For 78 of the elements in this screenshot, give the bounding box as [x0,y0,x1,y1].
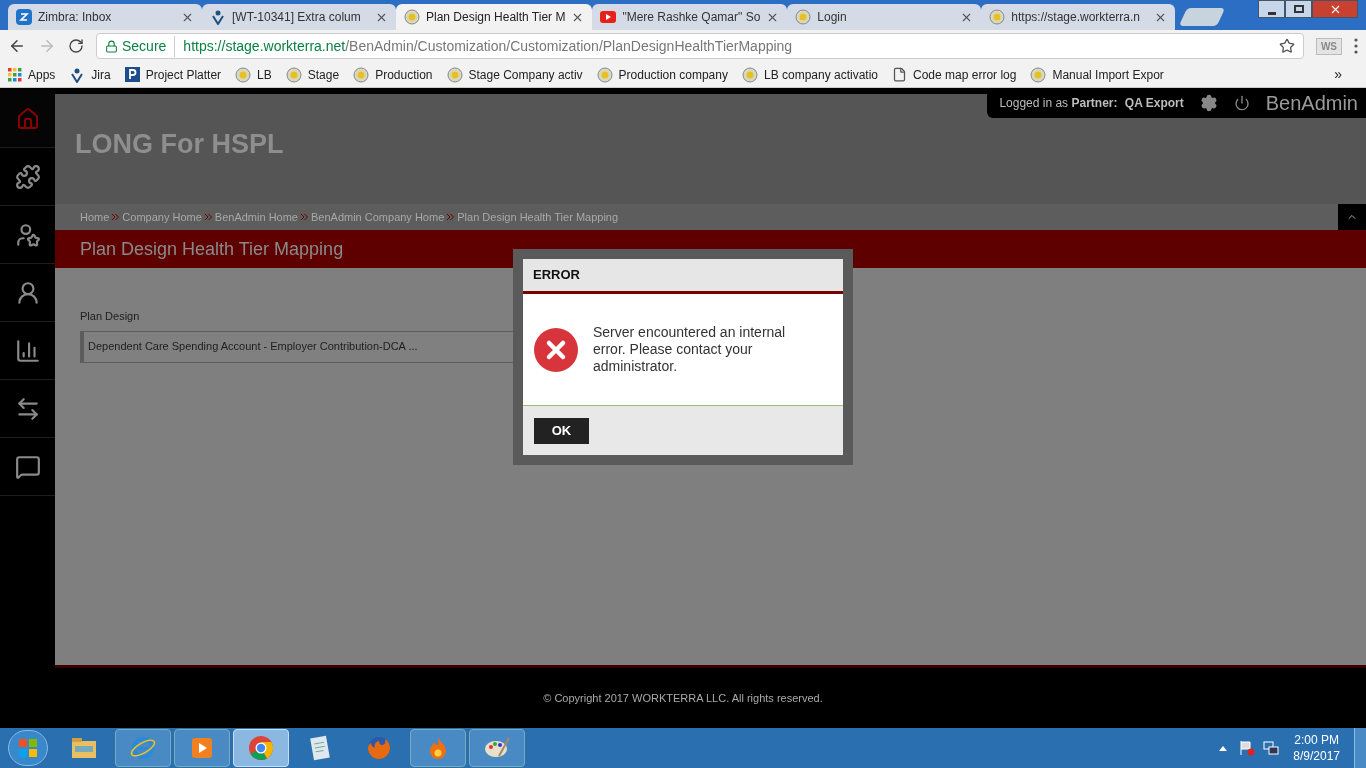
globe-badge-icon [1030,66,1047,83]
globe-badge-icon [404,9,420,25]
logged-in-label: Logged in as Partner: QA Export [999,95,1184,112]
maximize-button[interactable] [1285,0,1312,18]
back-icon[interactable] [8,37,26,55]
tab-title: Login [817,9,848,26]
globe-badge-icon [235,66,252,83]
error-icon [533,326,579,373]
secure-label: Secure [122,35,176,57]
reload-icon[interactable] [68,38,84,54]
power-icon[interactable] [1233,95,1250,111]
new-tab-button[interactable] [1179,8,1226,26]
error-message: Server encountered an internal error. Please contact your administrator. [593,324,787,375]
field-label: Plan Design [80,309,141,324]
start-button[interactable] [8,730,48,766]
tab-title: [WT-10341] Extra colum [232,9,362,26]
bookmark-item[interactable]: Production [353,65,433,84]
app-name: BenAdmin [1265,91,1358,116]
apps-grid-icon [8,67,22,82]
chevron-icon [112,214,120,220]
globe-badge-icon [989,9,1006,25]
page-icon [892,67,908,82]
bookmark-item[interactable]: Manual Import Expor [1030,65,1164,84]
tab-title: "Mere Rashke Qamar" So [622,9,761,26]
globe-badge-icon [596,66,613,83]
bookmark-item[interactable]: Production company [596,65,728,84]
browser-tab[interactable]: Login [787,4,982,30]
flag-icon[interactable] [1239,740,1256,756]
puzzle-icon[interactable] [14,163,41,190]
browser-tab[interactable]: [WT-10341] Extra colum [202,4,396,30]
bar-chart-icon[interactable] [14,337,41,364]
dialog-title: ERROR [533,266,580,285]
user-star-icon[interactable] [14,221,41,248]
bookmark-item[interactable]: LB [235,65,272,84]
settings-icon[interactable] [1199,94,1218,112]
network-icon[interactable] [1263,740,1280,756]
bookmark-star-icon[interactable] [1278,38,1295,54]
globe-badge-icon [285,66,302,83]
browser-tab[interactable]: Zimbra: Inbox [8,4,202,30]
bookmark-item[interactable]: Stage Company activ [446,65,583,84]
chat-icon[interactable] [14,453,41,480]
globe-badge-icon [795,9,812,25]
tray-arrow-icon[interactable] [1219,745,1228,751]
bookmark-item[interactable]: Code map error log [892,65,1017,84]
taskbar-app[interactable] [469,729,525,767]
browser-tab[interactable]: Plan Design Health Tier M [396,4,593,30]
globe-badge-icon [353,66,370,83]
chevron-icon [204,214,212,220]
minimize-button[interactable] [1258,0,1285,18]
tab-title: Zimbra: Inbox [38,9,113,26]
video-icon [600,11,617,23]
address-field[interactable]: Secure https://stage.workterra.net/BenAdmin/Customization/Customization/PlanDesignHealthTierMapping [96,33,1304,59]
url-text: https://stage.workterra.net/BenAdmin/Customization/Customization/PlanDesignHealthTierMapping [182,36,793,56]
p-logo-icon [124,67,140,82]
chrome-icon [247,734,275,762]
windows-logo-icon [18,738,38,758]
bookmark-item[interactable]: LB company activatio [741,65,879,84]
chevron-icon [301,214,308,220]
tab-title: Plan Design Health Tier M [426,9,566,26]
page-title: Plan Design Health Tier Mapping [80,237,344,261]
clock[interactable]: 2:00 PM 8/9/2017 [1293,732,1340,764]
bookmark-item[interactable]: Project Platter [124,65,222,84]
bookmark-item[interactable]: Apps [8,65,56,84]
browser-tab[interactable]: "Mere Rashke Qamar" So [592,4,788,30]
menu-icon[interactable] [1354,38,1358,54]
more-bookmarks-button[interactable]: » [1334,64,1342,85]
globe-badge-icon [446,66,463,83]
bookmark-item[interactable]: Jira [69,65,111,84]
tab-title: https://stage.workterra.n [1011,9,1142,26]
close-button[interactable] [1312,0,1358,18]
bookmark-item[interactable]: Stage [285,65,340,84]
company-title: LONG For HSPL [74,128,285,161]
globe-badge-icon [741,66,758,83]
lock-icon [105,39,118,53]
copyright-text: © Copyright 2017 WORKTERRA LLC. All rights reserved. [543,690,823,706]
browser-tab[interactable]: https://stage.workterra.n [981,4,1176,30]
chevron-icon [447,214,455,220]
ok-button[interactable]: OK [534,417,589,444]
